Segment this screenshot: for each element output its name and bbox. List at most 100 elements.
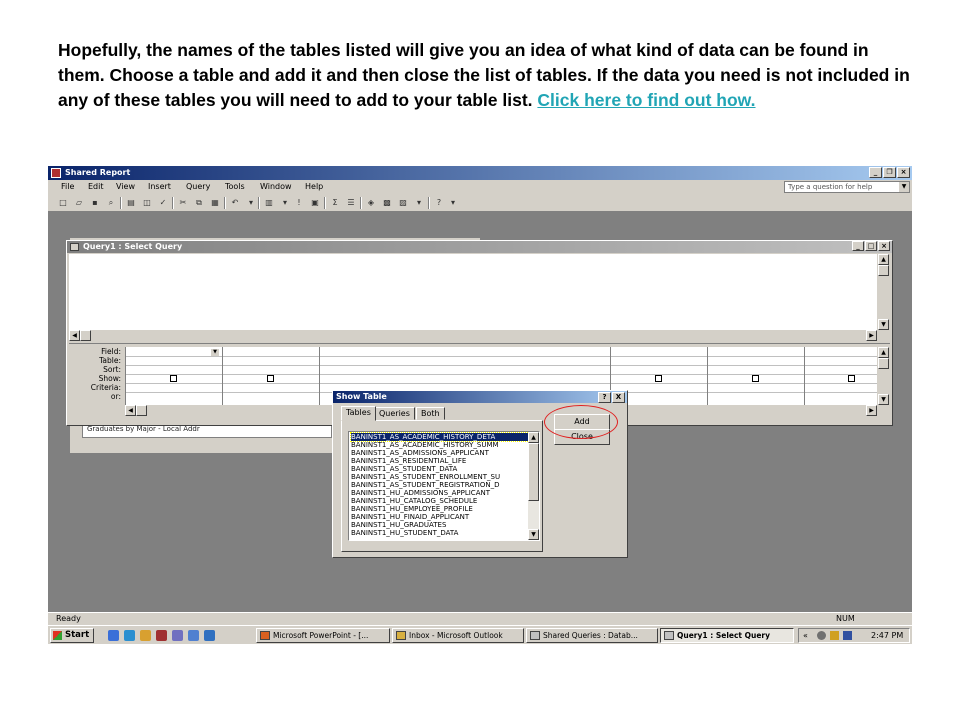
build-icon[interactable]: ◈	[366, 198, 376, 208]
properties-icon[interactable]: ☰	[346, 198, 356, 208]
tab-tables[interactable]: Tables	[341, 406, 376, 421]
menu-window[interactable]: Window	[260, 182, 292, 191]
scroll-down-icon[interactable]: ▼	[528, 529, 539, 540]
table-pane[interactable]	[69, 254, 877, 330]
query-close-button[interactable]: ×	[878, 241, 890, 251]
security-icon[interactable]	[830, 631, 839, 640]
query-type-icon[interactable]: ▥	[264, 198, 274, 208]
list-item[interactable]: BANINST1_HU_GRADUATES	[351, 521, 529, 529]
cut-icon[interactable]: ✂	[178, 198, 188, 208]
menu-query[interactable]: Query	[186, 182, 210, 191]
new-icon[interactable]: □	[58, 198, 68, 208]
scroll-thumb[interactable]	[136, 405, 147, 416]
list-item[interactable]: BANINST1_HU_ADMISSIONS_APPLICANT	[351, 489, 529, 497]
table-pane-hscroll[interactable]: ◀ ▶	[69, 330, 877, 342]
tab-queries[interactable]: Queries	[374, 407, 415, 420]
list-item[interactable]: BANINST1_HU_STUDENT_DATA	[351, 529, 529, 537]
find-out-how-link[interactable]: Click here to find out how.	[537, 90, 755, 110]
scroll-thumb[interactable]	[878, 358, 889, 369]
help-question-box[interactable]: Type a question for help ▼	[784, 181, 910, 193]
list-item[interactable]: BANINST1_HU_EMPLOYEE_PROFILE	[351, 505, 529, 513]
scroll-left-icon[interactable]: ◀	[125, 405, 136, 416]
query-minimize-button[interactable]: _	[852, 241, 864, 251]
scroll-up-icon[interactable]: ▲	[878, 347, 889, 358]
search-icon[interactable]: ⌕	[106, 198, 116, 208]
scroll-right-icon[interactable]: ▶	[866, 330, 877, 341]
scroll-down-icon[interactable]: ▼	[878, 394, 889, 405]
scroll-thumb[interactable]	[528, 443, 539, 501]
internet-explorer-icon[interactable]	[124, 630, 135, 641]
print-preview-icon[interactable]: ◫	[142, 198, 152, 208]
tables-list-scrollbar[interactable]: ▲ ▼	[528, 432, 539, 540]
database-window-icon[interactable]: ▩	[382, 198, 392, 208]
list-item[interactable]: BANINST1_AS_STUDENT_ENROLLMENT_SU	[351, 473, 529, 481]
grid-vscroll[interactable]: ▲ ▼	[877, 347, 890, 405]
quicklaunch-app-icon[interactable]	[156, 630, 167, 641]
dialog-help-button[interactable]: ?	[598, 392, 611, 403]
new-object-icon[interactable]: ▨	[398, 198, 408, 208]
show-checkbox[interactable]	[752, 375, 759, 382]
quicklaunch-app-icon[interactable]	[188, 630, 199, 641]
menu-edit[interactable]: Edit	[88, 182, 104, 191]
shield-icon[interactable]	[843, 631, 852, 640]
tray-expand-icon[interactable]: «	[803, 629, 808, 642]
dropdown-icon[interactable]: ▾	[280, 198, 290, 208]
undo-icon[interactable]: ↶	[230, 198, 240, 208]
show-checkbox[interactable]	[848, 375, 855, 382]
restore-button[interactable]: ❐	[883, 167, 896, 178]
close-button[interactable]: ×	[897, 167, 910, 178]
scroll-left-icon[interactable]: ◀	[69, 330, 80, 341]
copy-icon[interactable]: ⧉	[194, 198, 204, 208]
scroll-thumb[interactable]	[80, 330, 91, 341]
scroll-down-icon[interactable]: ▼	[878, 319, 889, 330]
show-checkbox[interactable]	[170, 375, 177, 382]
task-powerpoint[interactable]: Microsoft PowerPoint - [...	[256, 628, 390, 643]
task-outlook[interactable]: Inbox - Microsoft Outlook	[392, 628, 524, 643]
open-icon[interactable]: ▱	[74, 198, 84, 208]
show-desktop-icon[interactable]	[108, 630, 119, 641]
list-item[interactable]: BANINST1_AS_ACADEMIC_HISTORY_DETA	[350, 432, 530, 442]
menu-view[interactable]: View	[116, 182, 135, 191]
run-icon[interactable]: !	[294, 198, 304, 208]
start-button[interactable]: Start	[50, 628, 94, 643]
outlook-icon[interactable]	[140, 630, 151, 641]
list-item[interactable]: BANINST1_AS_STUDENT_DATA	[351, 465, 529, 473]
tab-both[interactable]: Both	[416, 407, 445, 420]
table-pane-vscroll[interactable]: ▲ ▼	[877, 254, 890, 330]
show-checkbox[interactable]	[655, 375, 662, 382]
menu-file[interactable]: File	[61, 182, 74, 191]
list-item[interactable]: BANINST1_AS_ACADEMIC_HISTORY_SUMM	[351, 441, 529, 449]
tables-listbox[interactable]: BANINST1_AS_ACADEMIC_HISTORY_DETA BANINS…	[348, 431, 540, 541]
show-table-icon[interactable]: ▣	[310, 198, 320, 208]
list-item[interactable]: BANINST1_AS_ADMISSIONS_APPLICANT	[351, 449, 529, 457]
totals-icon[interactable]: Σ	[330, 198, 340, 208]
list-item[interactable]: BANINST1_HU_FINAID_APPLICANT	[351, 513, 529, 521]
query-maximize-button[interactable]: □	[865, 241, 877, 251]
menu-tools[interactable]: Tools	[225, 182, 245, 191]
network-icon[interactable]	[817, 631, 826, 640]
minimize-button[interactable]: _	[869, 167, 882, 178]
help-icon[interactable]: ?	[434, 198, 444, 208]
scroll-right-icon[interactable]: ▶	[866, 405, 877, 416]
menu-insert[interactable]: Insert	[148, 182, 171, 191]
dialog-close-button[interactable]: X	[612, 392, 625, 403]
dropdown-icon[interactable]: ▾	[448, 198, 458, 208]
help-dropdown-icon[interactable]: ▼	[899, 182, 909, 192]
list-item[interactable]: BANINST1_AS_RESIDENTIAL_LIFE	[351, 457, 529, 465]
quicklaunch-app-icon[interactable]	[172, 630, 183, 641]
list-item[interactable]: BANINST1_AS_STUDENT_REGISTRATION_D	[351, 481, 529, 489]
task-query1[interactable]: Query1 : Select Query	[660, 628, 794, 643]
quicklaunch-app-icon[interactable]	[204, 630, 215, 641]
print-icon[interactable]: ▤	[126, 198, 136, 208]
scroll-up-icon[interactable]: ▲	[878, 254, 889, 265]
task-shared-queries[interactable]: Shared Queries : Datab...	[526, 628, 658, 643]
dropdown-icon[interactable]: ▾	[246, 198, 256, 208]
menu-help[interactable]: Help	[305, 182, 323, 191]
spelling-icon[interactable]: ✓	[158, 198, 168, 208]
scroll-thumb[interactable]	[878, 265, 889, 276]
list-item[interactable]: BANINST1_HU_CATALOG_SCHEDULE	[351, 497, 529, 505]
paste-icon[interactable]: ▦	[210, 198, 220, 208]
field-dropdown-icon[interactable]: ▼	[211, 349, 219, 356]
scroll-up-icon[interactable]: ▲	[528, 432, 539, 443]
dropdown-icon[interactable]: ▾	[414, 198, 424, 208]
